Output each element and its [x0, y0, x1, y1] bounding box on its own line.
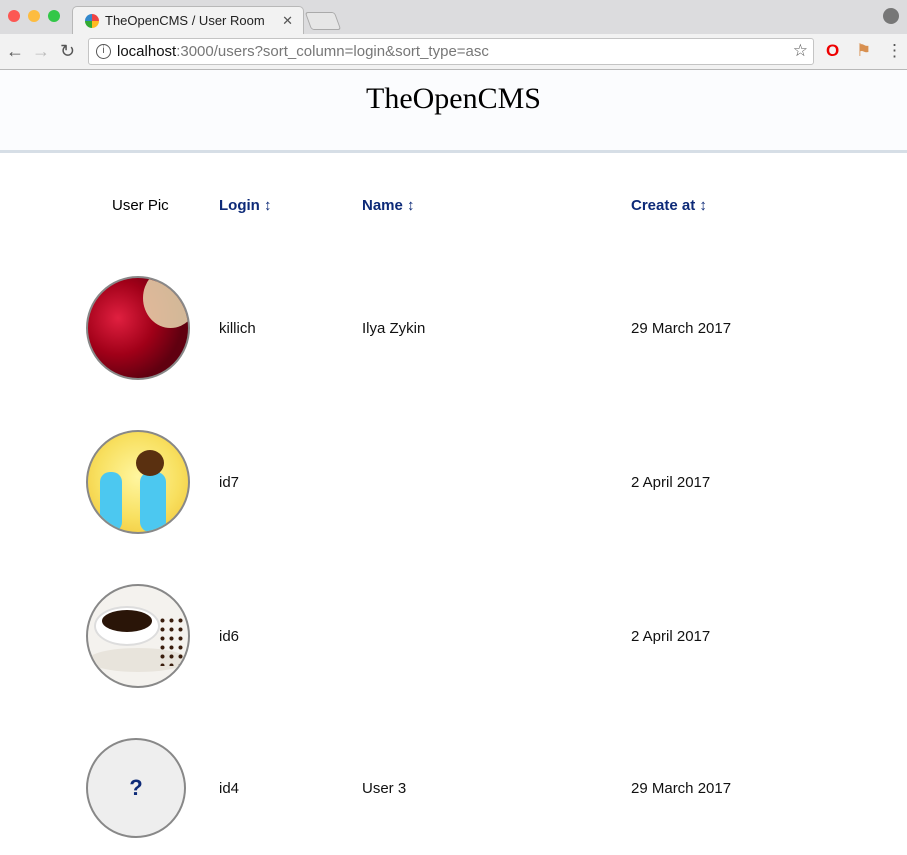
- sort-name-link[interactable]: Name ↕: [362, 197, 415, 214]
- maximize-window-button[interactable]: [48, 10, 60, 22]
- user-login: id7: [219, 474, 240, 491]
- close-tab-icon[interactable]: ✕: [282, 13, 293, 29]
- extension-icon[interactable]: ⚑: [856, 41, 871, 61]
- browser-toolbar: ← → ↻ i localhost:3000/users?sort_column…: [0, 34, 907, 70]
- user-created: 2 April 2017: [631, 628, 711, 645]
- profile-icon[interactable]: [883, 8, 899, 24]
- reload-icon[interactable]: ↻: [60, 41, 75, 62]
- table-row: ? id4 User 3 29 March 2017: [0, 738, 907, 842]
- tab-title: TheOpenCMS / User Room: [105, 13, 265, 28]
- forward-icon[interactable]: →: [32, 41, 50, 62]
- info-icon[interactable]: i: [96, 44, 111, 59]
- sort-login-link[interactable]: Login ↕: [219, 197, 272, 214]
- close-window-button[interactable]: [8, 10, 20, 22]
- user-created: 29 March 2017: [631, 780, 732, 797]
- user-avatar[interactable]: [86, 584, 190, 688]
- user-created: 2 April 2017: [631, 474, 711, 491]
- placeholder-question-mark: ?: [129, 775, 143, 800]
- user-login: id4: [219, 780, 240, 797]
- user-created: 29 March 2017: [631, 320, 732, 337]
- browser-tab[interactable]: TheOpenCMS / User Room ✕: [72, 6, 304, 34]
- site-title: TheOpenCMS: [366, 82, 541, 115]
- user-name: User 3: [362, 780, 407, 797]
- table-row: id7 2 April 2017: [0, 430, 907, 534]
- user-avatar[interactable]: [86, 430, 190, 534]
- sort-created-link[interactable]: Create at ↕: [631, 197, 707, 214]
- user-avatar-placeholder[interactable]: ?: [86, 738, 186, 838]
- user-login: killich: [219, 320, 256, 337]
- column-user-pic: User Pic: [112, 197, 169, 214]
- opera-extension-icon[interactable]: O: [826, 41, 839, 61]
- user-name: Ilya Zykin: [362, 320, 426, 337]
- address-bar[interactable]: i localhost:3000/users?sort_column=login…: [88, 38, 814, 65]
- browser-tab-bar: TheOpenCMS / User Room ✕: [0, 0, 907, 34]
- url-host: localhost: [117, 43, 177, 60]
- user-login: id6: [219, 628, 240, 645]
- favicon-icon: [85, 14, 99, 28]
- menu-icon[interactable]: ⋮: [886, 41, 903, 61]
- table-row: killich Ilya Zykin 29 March 2017: [0, 276, 907, 380]
- bookmark-star-icon[interactable]: ☆: [793, 41, 808, 61]
- site-header: TheOpenCMS: [0, 70, 907, 153]
- minimize-window-button[interactable]: [28, 10, 40, 22]
- table-row: id6 2 April 2017: [0, 584, 907, 688]
- new-tab-button[interactable]: [304, 12, 342, 30]
- url-path: :3000/users?sort_column=login&sort_type=…: [176, 43, 489, 60]
- user-avatar[interactable]: [86, 276, 190, 380]
- back-icon[interactable]: ←: [6, 41, 24, 62]
